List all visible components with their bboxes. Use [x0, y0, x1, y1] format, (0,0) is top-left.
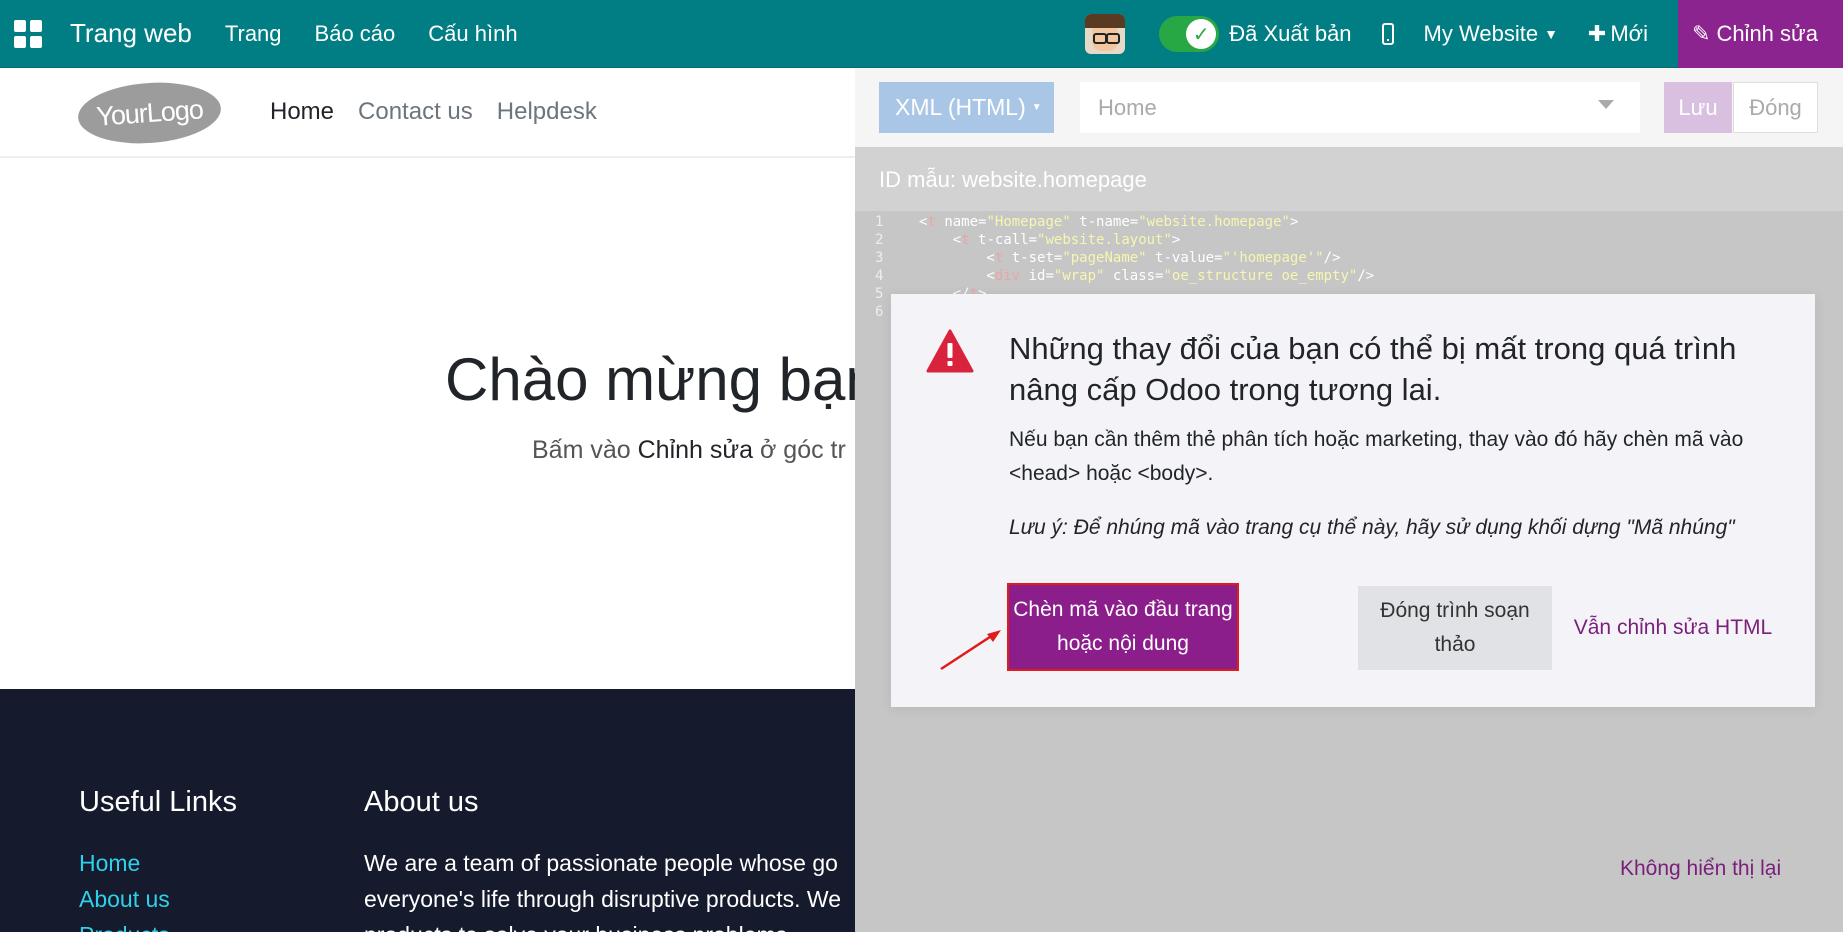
menu-pages[interactable]: Trang [225, 21, 282, 47]
avatar-glass-right [1106, 33, 1121, 44]
edit-label: Chỉnh sửa [1716, 21, 1818, 46]
site-nav-helpdesk[interactable]: Helpdesk [497, 98, 597, 126]
mobile-preview-icon[interactable] [1381, 23, 1394, 45]
website-switcher[interactable]: My Website ▼ [1424, 21, 1558, 47]
annotation-arrow-icon [940, 630, 1001, 671]
footer-about: About us We are a team of passionate peo… [364, 786, 841, 932]
new-button[interactable]: ✚ Mới [1588, 21, 1648, 47]
site-footer: Useful Links Home About us Products Abou… [0, 689, 855, 932]
pencil-icon: ✎ [1692, 21, 1711, 46]
line-number: 6 [875, 304, 884, 320]
code-line: <div id="wrap" class="oe_structure oe_em… [919, 268, 1375, 284]
view-select[interactable]: Home [1080, 82, 1640, 133]
footer-link-products[interactable]: Products [79, 917, 237, 932]
chevron-down-icon: ▼ [1031, 102, 1042, 113]
edit-html-anyway-button[interactable]: Vẫn chỉnh sửa HTML [1573, 586, 1773, 670]
avatar[interactable] [1085, 14, 1126, 54]
avatar-glass-left [1093, 33, 1108, 44]
line-number: 3 [875, 250, 884, 266]
plus-icon: ✚ [1587, 21, 1607, 46]
site-logo[interactable]: YourLogo [76, 78, 223, 148]
edit-button[interactable]: ✎ Chỉnh sửa [1678, 0, 1843, 68]
template-id: ID mẫu: website.homepage [879, 167, 1147, 192]
insert-code-button[interactable]: Chèn mã vào đầu trang hoặc nội dung [1007, 583, 1239, 671]
check-icon: ✓ [1186, 19, 1217, 49]
publish-toggle[interactable]: ✓ [1159, 16, 1220, 52]
hero-subtitle: Bấm vào Chỉnh sửa ở góc tr [532, 436, 846, 465]
hero-sub-pre: Bấm vào [532, 436, 638, 464]
avatar-hair [1085, 14, 1126, 28]
close-editor-button[interactable]: Đóng trình soạn thảo [1358, 586, 1552, 670]
footer-link-about[interactable]: About us [79, 881, 237, 917]
hero-sub-post: ở góc tr [753, 436, 846, 464]
footer-about-line: products to solve your business problems… [364, 917, 841, 932]
footer-useful-links: Useful Links Home About us Products [79, 786, 237, 932]
line-number: 1 [875, 214, 884, 230]
new-label: Mới [1610, 21, 1648, 46]
save-button[interactable]: Lưu [1664, 82, 1732, 133]
footer-about-title: About us [364, 786, 479, 818]
menu-config[interactable]: Cấu hình [428, 21, 517, 47]
top-navbar: Trang web Trang Báo cáo Cấu hình ✓ Đã Xu… [0, 0, 1843, 68]
chevron-down-icon: ▼ [1544, 26, 1558, 42]
warning-dialog: Những thay đổi của bạn có thể bị mất tro… [891, 294, 1815, 707]
app-name[interactable]: Trang web [70, 18, 192, 49]
warning-icon [926, 329, 974, 373]
template-id-row: ID mẫu: website.homepage [855, 147, 1843, 211]
logo-text: YourLogo [95, 93, 204, 132]
dialog-title: Những thay đổi của bạn có thể bị mất tro… [1009, 331, 1737, 407]
code-line: <t t-call="website.layout"> [919, 232, 1181, 248]
footer-links-title: Useful Links [79, 786, 237, 818]
apps-grid-icon[interactable] [14, 19, 44, 49]
line-number: 4 [875, 268, 884, 284]
code-line: <t name="Homepage" t-name="website.homep… [919, 214, 1299, 230]
mode-label: XML (HTML) [895, 94, 1026, 120]
website-label: My Website [1423, 21, 1539, 46]
site-nav-home[interactable]: Home [270, 98, 334, 126]
hero-sub-bold: Chỉnh sửa [637, 436, 754, 464]
editor-toolbar: XML (HTML) ▼ Home Lưu Đóng [855, 68, 1843, 147]
code-line: <t t-set="pageName" t-value="'homepage'"… [919, 250, 1341, 266]
mode-select[interactable]: XML (HTML) ▼ [879, 82, 1054, 133]
navbar-right: ✓ Đã Xuất bản My Website ▼ ✚ Mới ✎ Chỉnh… [1085, 0, 1843, 68]
view-label: Home [1098, 94, 1157, 120]
footer-about-line: everyone's life through disruptive produ… [364, 886, 841, 912]
dont-show-again-link[interactable]: Không hiển thị lại [1620, 857, 1781, 881]
footer-about-line: We are a team of passionate people whose… [364, 850, 838, 876]
footer-link-home[interactable]: Home [79, 845, 237, 881]
published-label[interactable]: Đã Xuất bản [1229, 21, 1351, 47]
site-nav: Home Contact us Helpdesk [270, 98, 621, 126]
hero-title: Chào mừng bạn [445, 346, 879, 413]
dialog-body: Nếu bạn cần thêm thẻ phân tích hoặc mark… [1009, 428, 1744, 485]
close-button[interactable]: Đóng [1733, 82, 1818, 133]
dialog-note: Lưu ý: Để nhúng mã vào trang cụ thể này,… [1009, 516, 1735, 539]
line-number: 2 [875, 232, 884, 248]
menu-reports[interactable]: Báo cáo [315, 21, 396, 47]
site-nav-contact[interactable]: Contact us [358, 98, 473, 126]
line-number: 5 [875, 286, 884, 302]
site-header: YourLogo Home Contact us Helpdesk [0, 68, 855, 158]
chevron-down-icon [1598, 100, 1614, 109]
